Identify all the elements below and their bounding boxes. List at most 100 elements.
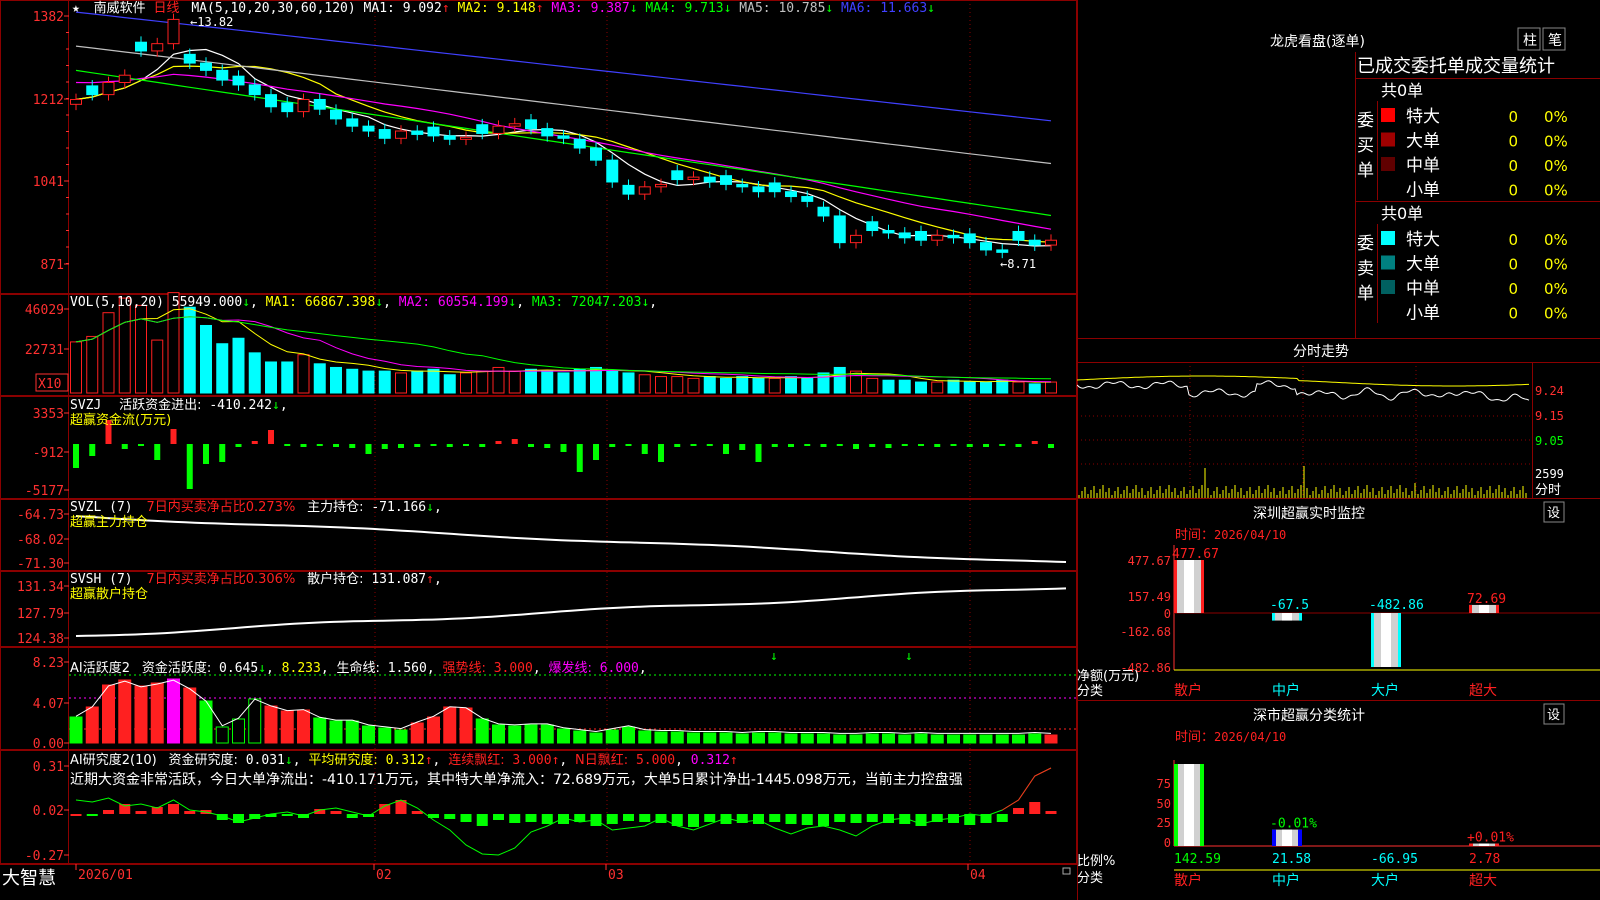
buy-row-count: 0 — [1508, 182, 1518, 200]
ai-activity-bar — [622, 726, 635, 744]
sz-monitor-time: 时间：2026/04/10 — [1175, 528, 1286, 543]
ai-activity-bar — [167, 678, 180, 744]
ai-activity-bar — [670, 731, 684, 744]
ma-value-5: MA5: — [731, 1, 778, 16]
ai-activity-bar — [540, 724, 554, 744]
vol-value-1 — [164, 295, 172, 310]
moving-average-lines — [75, 11, 1052, 247]
buy-swatch — [1381, 132, 1395, 147]
bar-mode-button[interactable]: 柱 — [1517, 27, 1541, 51]
svsh-line — [75, 587, 1067, 637]
ai-activity-line — [75, 679, 1052, 734]
sz-monitor-chart: 477.67 157.49 0 -162.68 -482.86 477.67 散户 -67.5… — [1120, 545, 1600, 699]
sell-side-label: 卖 — [1357, 259, 1374, 279]
ai-activity-bar — [297, 709, 310, 744]
sz-classify-ylabel: 比例% — [1077, 854, 1115, 869]
ai-research-bar — [411, 811, 423, 814]
svzj-bar — [138, 444, 144, 446]
buy-row-count: 0 — [1508, 133, 1518, 151]
candle-body — [313, 98, 326, 110]
sz-classify-time: 时间：2026/04/10 — [1175, 730, 1286, 745]
svzj-bar — [820, 444, 827, 447]
ai-activity-bar — [849, 734, 863, 744]
sz-monitor-ylabel: 净额(万元) — [1077, 669, 1139, 684]
svsh-line-path — [75, 587, 1067, 637]
ai-activity-bar — [979, 734, 993, 744]
candle-body — [671, 170, 684, 181]
svzj-bar — [983, 444, 989, 447]
volume-bar — [866, 377, 879, 394]
szm-y-tick: 477.67 — [1128, 554, 1171, 568]
svzj-bar — [658, 444, 664, 462]
volume-bar — [443, 374, 456, 394]
candle-body — [573, 138, 586, 149]
candle-body — [362, 125, 375, 132]
szm-bar-edge — [1174, 560, 1177, 613]
volume-bar — [833, 366, 846, 394]
szm-y-tick: -162.68 — [1120, 625, 1171, 639]
right-side-panel: 龙虎看盘(逐单) 柱 笔 已成交委托单成交量统计 共0单委买单特大 0 0%大单 0 0… — [1077, 0, 1600, 900]
ai-research-bar — [704, 814, 716, 822]
ai-activity-bar — [784, 733, 798, 744]
svzj-bar — [625, 444, 632, 446]
y-tick-label: -64.73 — [17, 508, 64, 523]
sz-monitor-settings-button[interactable]: 设 — [1543, 501, 1565, 523]
svzj-bar — [463, 444, 469, 446]
candle-body — [963, 233, 976, 244]
vol-value-2: MA1: — [258, 295, 305, 310]
szc-bar-pct: -0.01% — [1270, 817, 1317, 832]
svzj-bar — [154, 444, 161, 460]
ma-value-6: MA6: — [833, 1, 880, 16]
svzj-bar — [300, 444, 307, 447]
app-window: 1382 1212 1041 871 46029 22731 3353 -912 -5177 -6… — [0, 0, 1600, 900]
ai-activity-bar — [443, 706, 457, 744]
signal-arrow-icon: ↓ — [905, 649, 913, 664]
volume-bar — [785, 376, 797, 394]
ai-research-bar — [964, 814, 976, 825]
candle-body — [297, 98, 310, 113]
lock-icon[interactable] — [1062, 867, 1071, 875]
volume-bar — [1012, 381, 1025, 394]
ai-research-bar — [688, 814, 699, 827]
volume-bar — [768, 377, 781, 394]
tick-mode-button[interactable]: 笔 — [1542, 27, 1566, 51]
svzj-bar — [788, 444, 794, 447]
svzj-bar — [333, 444, 339, 447]
ai-research-bar — [818, 814, 829, 826]
ai-activity-bar — [833, 734, 847, 744]
szc-category: 中户 — [1272, 872, 1300, 889]
candle-body — [931, 234, 944, 241]
stock-name: 南威软件 — [94, 0, 146, 16]
y-tick-label: 46029 — [25, 303, 64, 318]
szm-category: 超大 — [1469, 683, 1497, 699]
svzj-bar — [641, 444, 648, 454]
svzj-bar — [593, 444, 599, 460]
svzj-bar — [1015, 444, 1022, 447]
ai-research-bar — [769, 814, 781, 822]
szm-bar-value: 477.67 — [1172, 547, 1219, 562]
candle-body — [703, 176, 716, 183]
sell-row-pct: 0% — [1544, 305, 1568, 323]
buy-row-name: 小单 — [1406, 181, 1440, 201]
szm-bar-edge — [1371, 613, 1374, 667]
ai-research-bar — [444, 814, 456, 819]
szm-bar-edge — [1398, 613, 1401, 667]
volume-bar — [541, 370, 554, 394]
kline-chart-area[interactable]: 1382 1212 1041 871 46029 22731 3353 -912 -5177 -6… — [0, 0, 1077, 900]
candle-body — [427, 126, 440, 137]
y-tick-label: -0.27 — [25, 849, 64, 864]
candlesticks[interactable] — [70, 13, 1057, 259]
svzj-bar — [251, 441, 258, 444]
candle-body — [720, 175, 732, 185]
candle-body — [492, 125, 505, 134]
ma-value-3: MA3: — [544, 1, 591, 16]
sell-row-count: 0 — [1508, 280, 1518, 298]
ai-activity-bar — [248, 698, 262, 744]
ai-activity-bar — [589, 732, 603, 744]
sz-classify-settings-button[interactable]: 设 — [1543, 703, 1565, 725]
ai-activity-bar — [345, 720, 359, 744]
ai-activity-bar — [800, 733, 814, 744]
szc-bar-edge — [1298, 829, 1302, 846]
ai-research-bar — [785, 814, 797, 824]
svzj-bar — [430, 444, 437, 446]
